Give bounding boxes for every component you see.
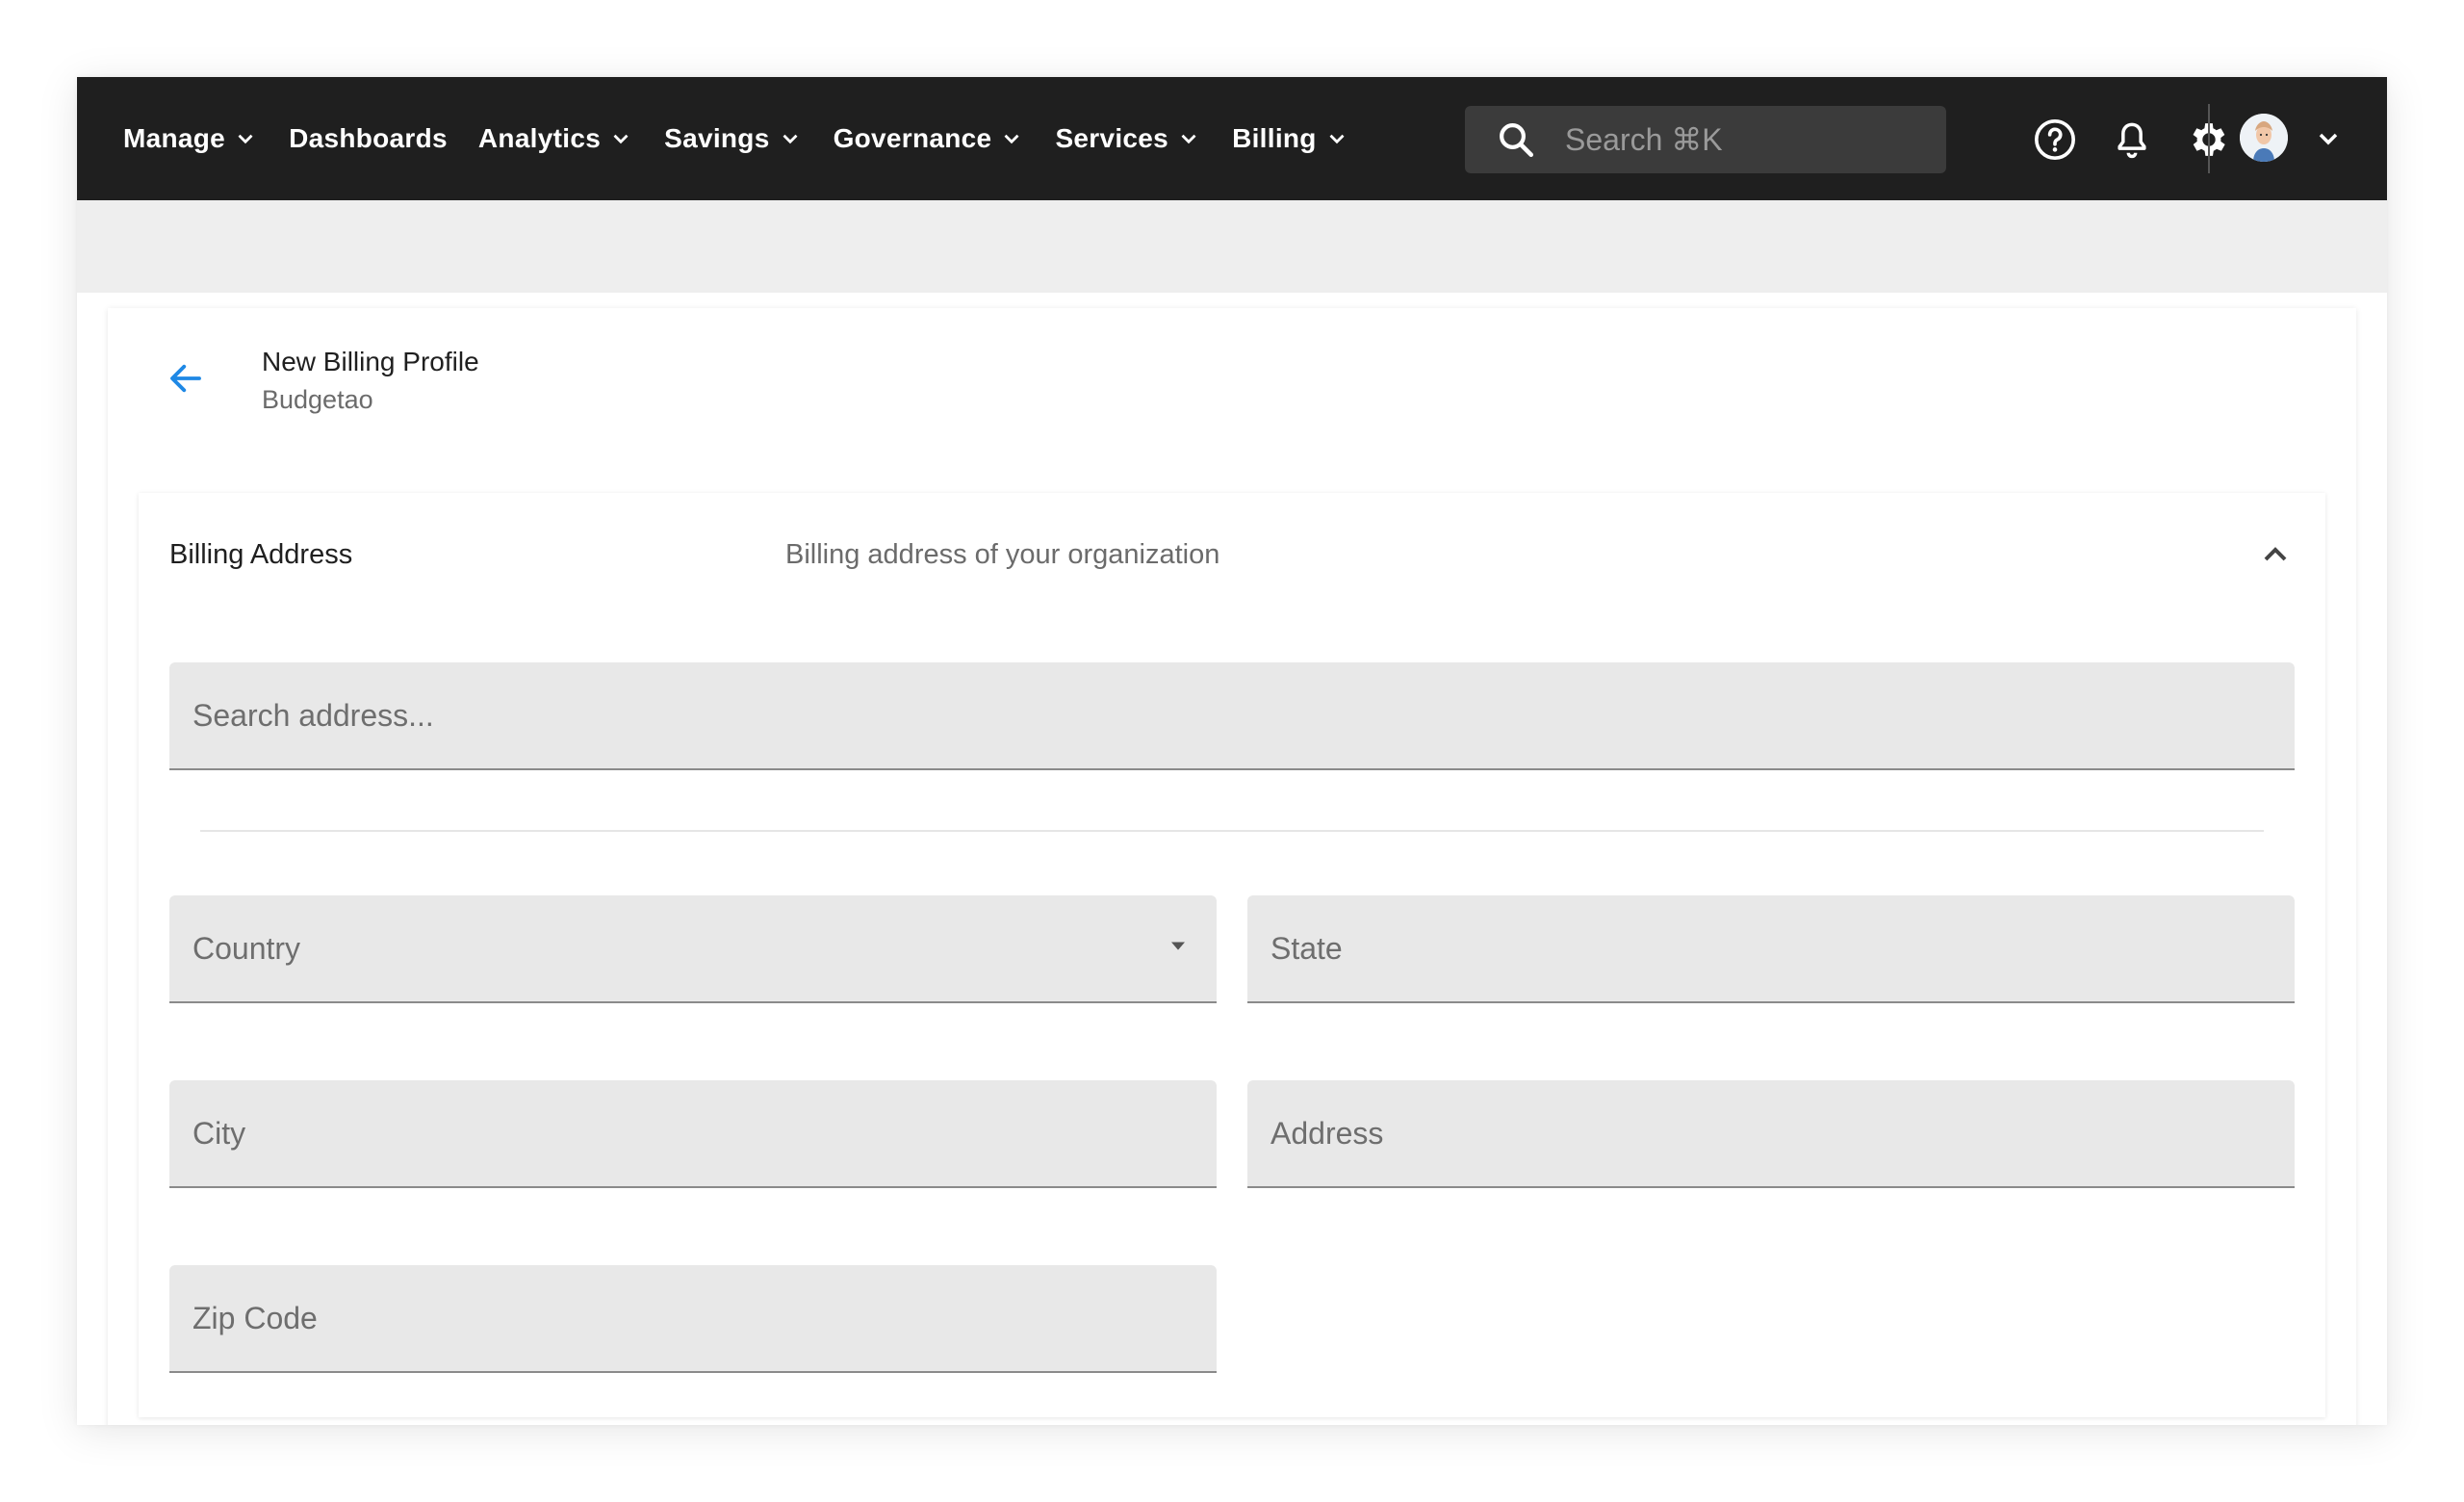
address-input[interactable]	[1270, 1080, 2231, 1186]
state-input[interactable]	[1270, 895, 2231, 1001]
app-window: Manage Dashboards Analytics Savings Gove…	[77, 77, 2387, 1425]
nav-item-manage[interactable]: Manage	[123, 123, 258, 154]
city-input[interactable]	[192, 1080, 1153, 1186]
nav-label: Billing	[1232, 123, 1317, 153]
zip-code-input[interactable]	[192, 1265, 1153, 1371]
user-avatar-icon	[2240, 114, 2288, 162]
country-select[interactable]	[169, 895, 1217, 1003]
nav-label: Savings	[664, 123, 770, 153]
zip-code-field[interactable]	[169, 1265, 1217, 1373]
global-search-input[interactable]	[1565, 121, 1931, 158]
state-field[interactable]	[1247, 895, 2295, 1003]
chevron-down-icon[interactable]	[2313, 123, 2344, 154]
billing-profile-card: New Billing Profile Budgetao Billing Add…	[108, 308, 2356, 1425]
help-circle-icon	[2035, 119, 2075, 160]
chevron-down-icon	[1329, 134, 1345, 144]
section-description: Billing address of your organization	[785, 539, 1220, 570]
nav-label: Services	[1055, 123, 1169, 153]
page-header-band	[77, 200, 2387, 293]
global-search[interactable]	[1465, 106, 1946, 173]
avatar[interactable]	[2240, 114, 2288, 162]
nav-label: Analytics	[477, 123, 602, 153]
search-icon	[1500, 123, 1534, 158]
page-title: New Billing Profile	[262, 347, 479, 376]
nav-item-dashboards[interactable]: Dashboards	[289, 123, 448, 154]
toolbar-divider	[2208, 104, 2210, 173]
nav-label: Dashboards	[289, 123, 448, 153]
top-navigation-bar: Manage Dashboards Analytics Savings Gove…	[77, 77, 2387, 200]
notifications-button[interactable]	[2110, 117, 2154, 162]
chevron-down-icon	[238, 134, 253, 144]
section-title: Billing Address	[169, 539, 353, 570]
country-input[interactable]	[192, 895, 1153, 1001]
nav-label: Manage	[123, 123, 226, 153]
nav-label: Governance	[833, 123, 992, 153]
nav-item-savings[interactable]: Savings	[664, 123, 802, 154]
chevron-down-icon	[613, 134, 629, 144]
chevron-down-icon	[1004, 134, 1019, 144]
bell-icon	[2118, 122, 2146, 159]
chevron-down-icon	[1181, 134, 1196, 144]
address-search-field[interactable]	[169, 662, 2295, 770]
address-field[interactable]	[1247, 1080, 2295, 1188]
address-search-input[interactable]	[192, 662, 2231, 768]
help-button[interactable]	[2033, 117, 2077, 162]
nav-item-services[interactable]: Services	[1055, 123, 1201, 154]
dropdown-arrow-icon	[1171, 942, 1185, 950]
billing-address-panel: Billing Address Billing address of your …	[139, 493, 2325, 1417]
nav-item-governance[interactable]: Governance	[834, 123, 1025, 154]
chevron-up-icon[interactable]	[2256, 535, 2295, 574]
city-field[interactable]	[169, 1080, 1217, 1188]
back-arrow-icon[interactable]	[166, 358, 206, 399]
nav-item-billing[interactable]: Billing	[1232, 123, 1349, 154]
section-divider	[200, 830, 2264, 832]
nav-item-analytics[interactable]: Analytics	[478, 123, 633, 154]
page-subtitle: Budgetao	[262, 385, 373, 414]
main-nav: Manage Dashboards Analytics Savings Gove…	[123, 77, 1380, 200]
chevron-down-icon	[783, 134, 798, 144]
